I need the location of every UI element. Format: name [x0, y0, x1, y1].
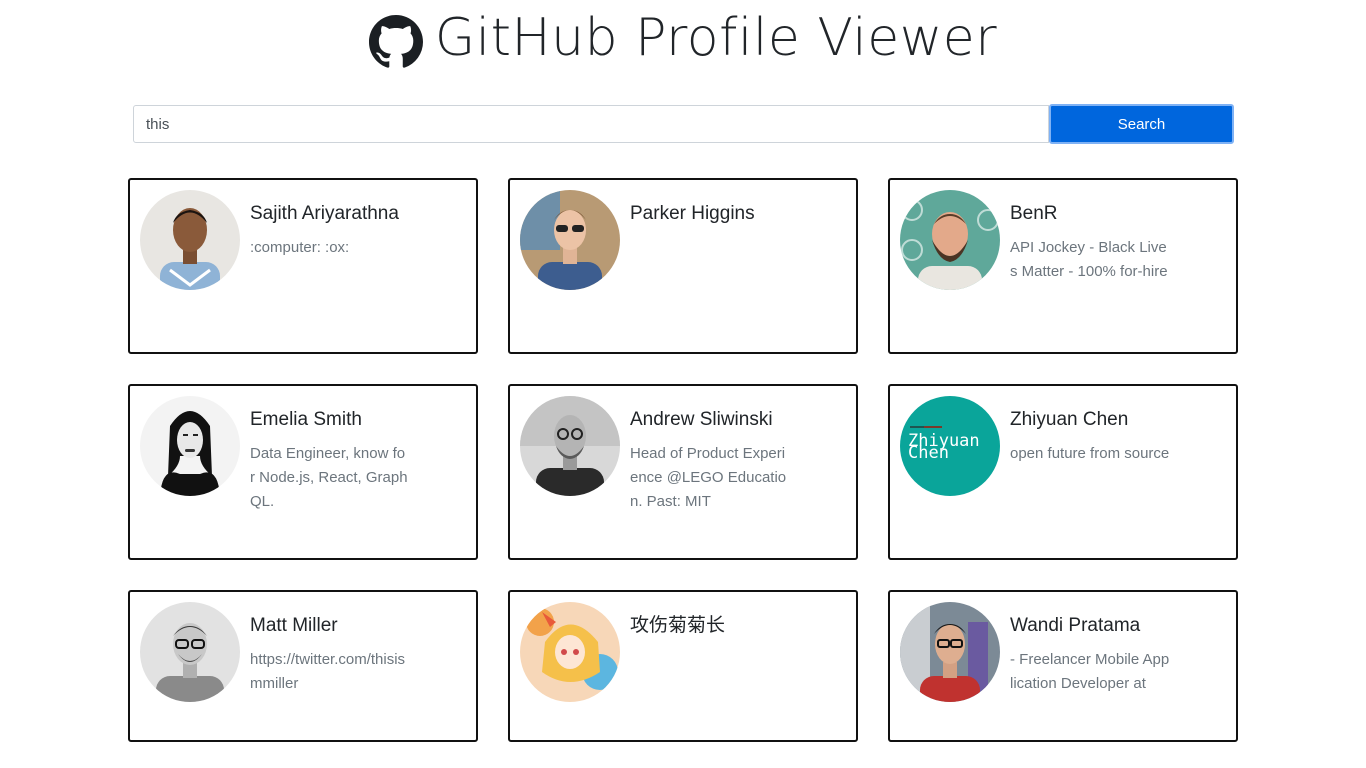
avatar [140, 602, 240, 702]
profile-bio: :computer: :ox: [250, 239, 350, 256]
profile-card[interactable]: Sajith Ariyarathna :computer: :ox: [128, 178, 478, 354]
profile-name: 攻伤菊菊长 [630, 615, 726, 636]
profile-card[interactable]: 攻伤菊菊长 [508, 590, 858, 742]
search-form: Search [133, 104, 1234, 144]
avatar [520, 396, 620, 496]
profile-bio: Data Engineer, know for Node.js, React, … [250, 445, 408, 510]
profile-bio: API Jockey - Black Lives Matter - 100% f… [1010, 239, 1168, 280]
avatar [520, 602, 620, 702]
profile-name: BenR [1010, 203, 1058, 224]
github-octocat-icon [368, 15, 423, 68]
profile-name: Sajith Ariyarathna [250, 203, 399, 224]
avatar [900, 602, 1000, 702]
profile-name: Zhiyuan Chen [1010, 409, 1129, 430]
avatar [900, 190, 1000, 290]
profile-bio: https://twitter.com/thisismmiller [250, 651, 406, 692]
profile-card[interactable]: Emelia Smith Data Engineer, know for Nod… [128, 384, 478, 560]
search-button[interactable]: Search [1049, 104, 1234, 144]
profile-bio: - Freelancer Mobile Application Develope… [1010, 651, 1170, 692]
page-title: GitHub Profile Viewer [434, 8, 998, 68]
profile-card[interactable]: Wandi Pratama - Freelancer Mobile Applic… [888, 590, 1238, 742]
avatar: Zhiyuan Chen [900, 396, 1000, 496]
profile-name: Parker Higgins [630, 203, 755, 224]
page-header: GitHub Profile Viewer [0, 6, 1366, 70]
avatar-text-line-2: Chen [908, 443, 949, 463]
profile-name: Wandi Pratama [1010, 615, 1141, 636]
profile-card[interactable]: BenR API Jockey - Black Lives Matter - 1… [888, 178, 1238, 354]
profile-name: Emelia Smith [250, 409, 362, 430]
profile-card[interactable]: Andrew Sliwinski Head of Product Experie… [508, 384, 858, 560]
avatar [140, 190, 240, 290]
profile-name: Andrew Sliwinski [630, 409, 773, 430]
profile-grid: Sajith Ariyarathna :computer: :ox: Parke… [128, 178, 1238, 742]
search-input[interactable] [133, 105, 1049, 143]
avatar [520, 190, 620, 290]
profile-card[interactable]: Parker Higgins [508, 178, 858, 354]
profile-name: Matt Miller [250, 615, 338, 636]
profile-card[interactable]: Matt Miller https://twitter.com/thisismm… [128, 590, 478, 742]
profile-bio: open future from source [1010, 445, 1170, 462]
profile-bio: Head of Product Experience @LEGO Educati… [630, 445, 787, 510]
profile-card[interactable]: Zhiyuan Chen Zhiyuan Chen open future fr… [888, 384, 1238, 560]
avatar [140, 396, 240, 496]
